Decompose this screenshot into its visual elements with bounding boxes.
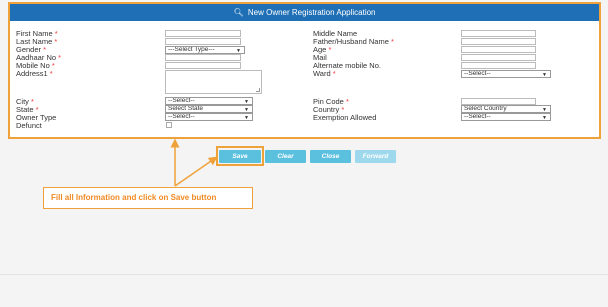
arrow-to-save: [174, 156, 218, 187]
annotation-arrows: [170, 138, 218, 187]
instruction-callout: Fill all Information and click on Save b…: [43, 187, 253, 209]
footer-divider: [0, 274, 608, 275]
